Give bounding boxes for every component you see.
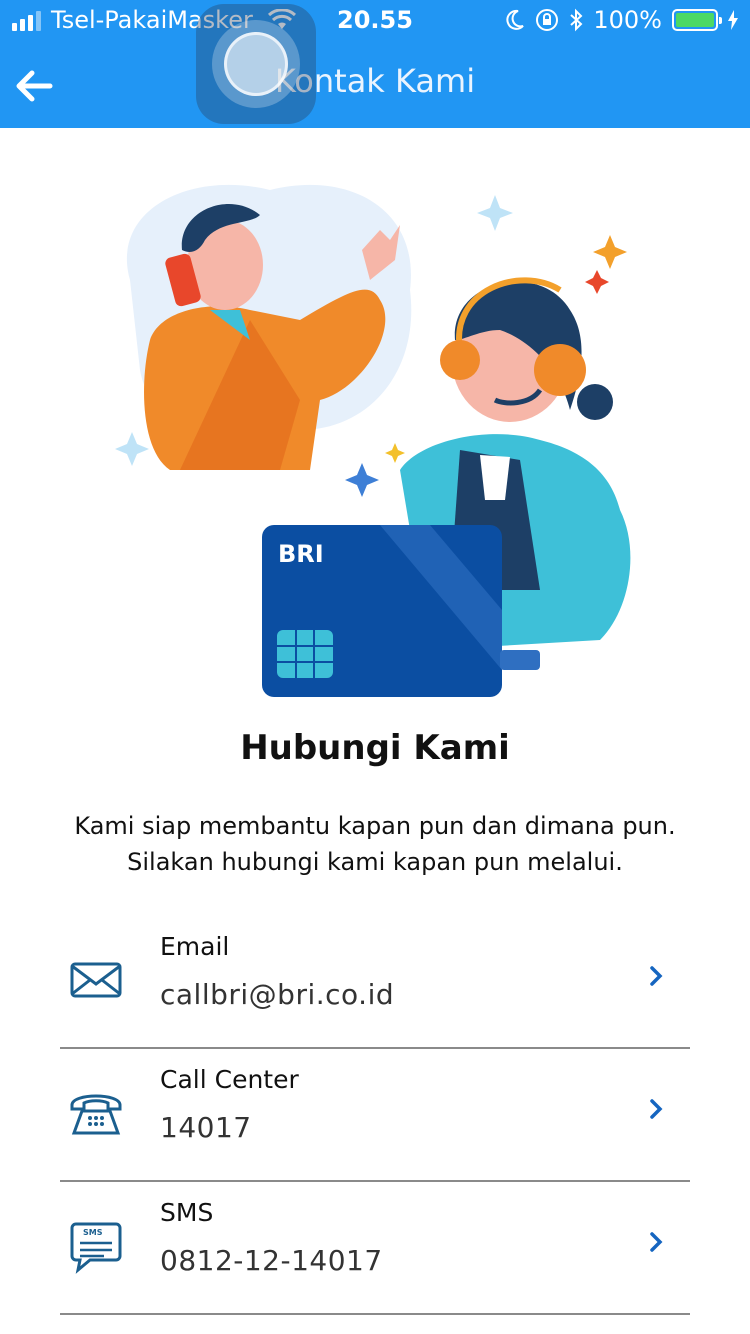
contact-list: Email callbri@bri.co.id Call Center 1401… — [60, 916, 690, 1315]
nav-bar: Kontak Kami — [0, 40, 750, 128]
status-right: 100% — [505, 6, 738, 34]
card-brand-text: BRI — [278, 540, 324, 568]
chevron-right-icon — [650, 1232, 663, 1252]
contact-item-call-center[interactable]: Call Center 14017 — [60, 1049, 690, 1182]
top-bar: Tsel-PakaiMasker 20.55 100% Kontak Kami — [0, 0, 750, 128]
phone-icon — [70, 1094, 122, 1135]
section-description: Kami siap membantu kapan pun dan dimana … — [40, 808, 710, 880]
contact-label: Email — [160, 932, 230, 961]
contact-value: callbri@bri.co.id — [160, 978, 395, 1011]
status-bar: Tsel-PakaiMasker 20.55 100% — [0, 0, 750, 40]
contact-item-sms[interactable]: SMS SMS 0812-12-14017 — [60, 1182, 690, 1315]
page-title: Kontak Kami — [274, 62, 476, 100]
contact-value: 0812-12-14017 — [160, 1244, 383, 1277]
description-line-2: Silakan hubungi kami kapan pun melalui. — [127, 848, 623, 876]
svg-text:SMS: SMS — [83, 1228, 103, 1237]
contact-value: 14017 — [160, 1111, 252, 1144]
assistive-touch-button[interactable] — [196, 4, 316, 124]
description-line-1: Kami siap membantu kapan pun dan dimana … — [74, 812, 676, 840]
contact-item-email[interactable]: Email callbri@bri.co.id — [60, 916, 690, 1049]
customer-service-illustration: BRI — [115, 184, 631, 697]
section-heading: Hubungi Kami — [240, 728, 510, 768]
chevron-right-icon — [650, 1099, 663, 1119]
chevron-right-icon — [650, 966, 663, 986]
bluetooth-icon — [570, 8, 583, 32]
sms-icon: SMS — [70, 1222, 122, 1274]
email-icon — [70, 962, 122, 998]
charging-icon — [728, 10, 738, 30]
battery-percent: 100% — [593, 6, 662, 34]
contact-label: Call Center — [160, 1065, 299, 1094]
rotation-lock-icon — [536, 9, 559, 31]
contact-label: SMS — [160, 1198, 214, 1227]
battery-icon — [672, 9, 722, 31]
moon-icon — [506, 9, 525, 30]
